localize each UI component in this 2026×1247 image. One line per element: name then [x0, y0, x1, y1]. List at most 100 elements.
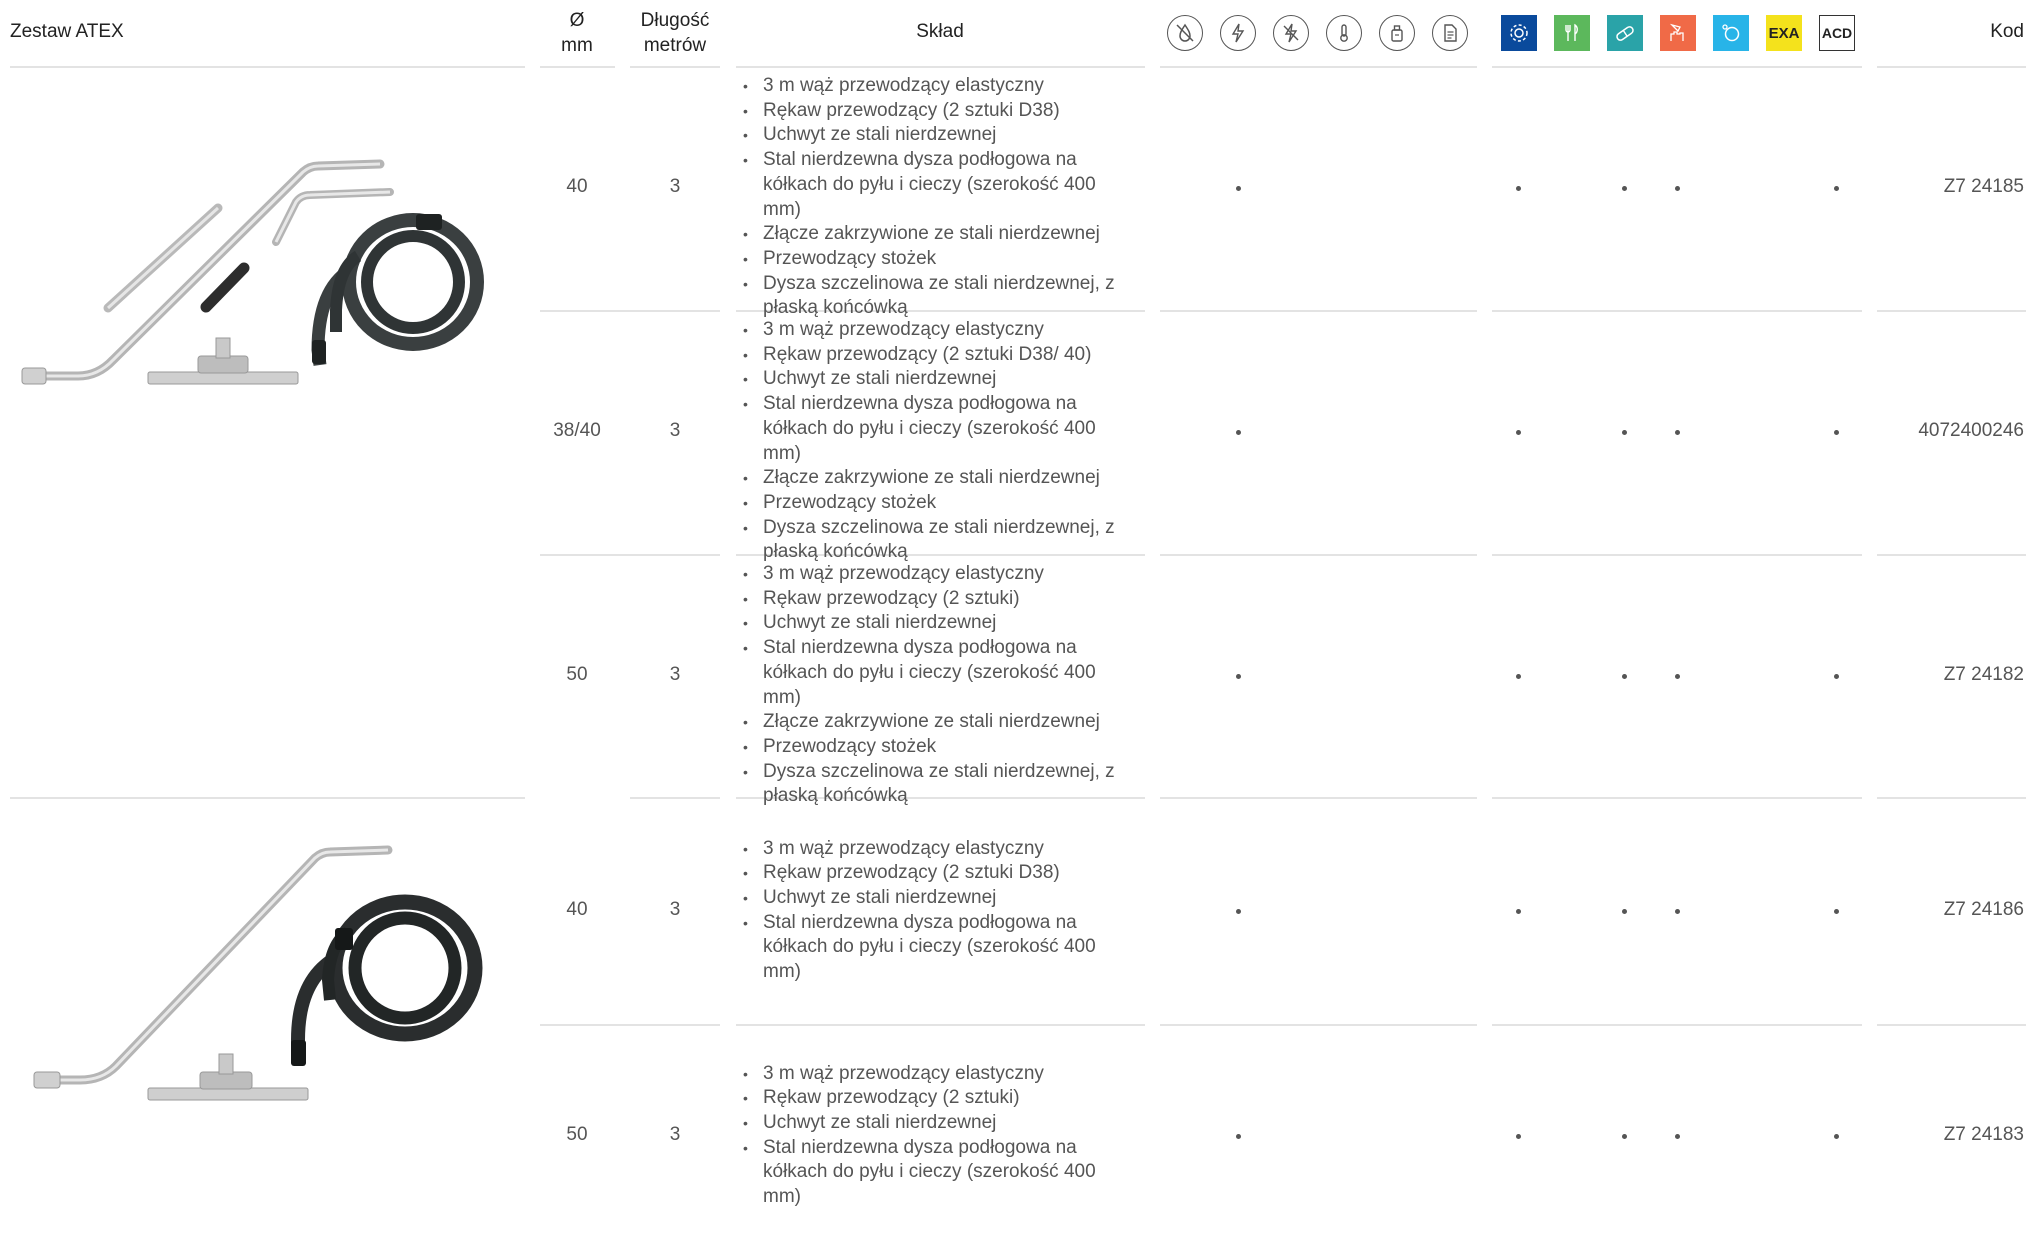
product-code: Z7 24186: [1943, 898, 2024, 920]
composition-item: Przewodzący stożek: [737, 491, 1137, 516]
length-cell: 3: [669, 176, 681, 197]
product-code: 4072400246: [1918, 420, 2024, 441]
composition-item: Przewodzący stożek: [737, 247, 1137, 272]
product-code: Z7 24185: [1943, 176, 2024, 197]
composition-item: Stal nierdzewna dysza podłogowa na kółka…: [737, 392, 1137, 466]
length-cell: 3: [669, 663, 681, 685]
feature-dot: [1622, 430, 1627, 435]
feature-dot: [1675, 1133, 1680, 1139]
row-divider: [540, 310, 720, 312]
composition-list: 3 m wąż przewodzący elastycznyRękaw prze…: [737, 1062, 1137, 1210]
composition-item: Rękaw przewodzący (2 sztuki D38): [737, 861, 1137, 886]
acd-badge: ACD: [1819, 15, 1855, 51]
feature-dot: [1236, 673, 1241, 679]
composition-item: Przewodzący stożek: [737, 735, 1137, 760]
row-divider: [1877, 554, 2026, 556]
diameter-cell: 40: [566, 898, 588, 920]
feature-dot: [1516, 430, 1521, 435]
no-spark-icon: [1273, 15, 1309, 51]
antistatic-icon: [1220, 15, 1256, 51]
row-divider: [1877, 797, 2026, 799]
composition-item: Stal nierdzewna dysza podłogowa na kółka…: [737, 1136, 1137, 1210]
row-divider: [10, 797, 525, 799]
header-divider: [1160, 66, 1477, 68]
composition-item: Dysza szczelinowa ze stali nierdzewnej, …: [737, 516, 1137, 565]
feature-dot: [1675, 673, 1680, 679]
row-divider: [540, 1024, 720, 1026]
row-divider: [1492, 1024, 1862, 1026]
composition-item: Stal nierdzewna dysza podłogowa na kółka…: [737, 636, 1137, 710]
composition-item: 3 m wąż przewodzący elastyczny: [737, 318, 1137, 343]
composition-item: Stal nierdzewna dysza podłogowa na kółka…: [737, 148, 1137, 222]
feature-dot: [1236, 186, 1241, 191]
feature-dot: [1834, 430, 1839, 435]
length-cell: 3: [669, 420, 681, 441]
feature-dot: [1834, 673, 1839, 679]
diameter-cell: 38/40: [553, 420, 601, 441]
composition-item: Złącze zakrzywione ze stali nierdzewnej: [737, 222, 1137, 247]
product-code: Z7 24183: [1943, 1123, 2024, 1145]
feature-dot: [1516, 186, 1521, 191]
row-divider: [1492, 797, 1862, 799]
header-divider: [630, 66, 720, 68]
composition-item: Dysza szczelinowa ze stali nierdzewnej, …: [737, 272, 1137, 321]
atex-kit-image-2: [33, 845, 483, 1101]
feature-dot: [1622, 673, 1627, 679]
header-divider: [1492, 66, 1862, 68]
row-divider: [1877, 1024, 2026, 1026]
bubble-icon: [1713, 15, 1749, 51]
diameter-cell: 50: [566, 1123, 588, 1145]
composition-item: 3 m wąż przewodzący elastyczny: [737, 74, 1137, 99]
spray-can-icon: [1379, 15, 1415, 51]
composition-item: Rękaw przewodzący (2 sztuki D38/ 40): [737, 343, 1137, 368]
feature-dot: [1675, 908, 1680, 914]
row-divider: [1877, 310, 2026, 312]
header-divider: [736, 66, 1145, 68]
composition-item: Uchwyt ze stali nierdzewnej: [737, 886, 1137, 911]
length-header: Długość metrów: [640, 10, 710, 56]
feature-dot: [1834, 908, 1839, 914]
composition-item: Rękaw przewodzący (2 sztuki D38): [737, 99, 1137, 124]
feature-dot: [1236, 908, 1241, 914]
composition-list: 3 m wąż przewodzący elastycznyRękaw prze…: [737, 318, 1137, 565]
row-divider: [1160, 797, 1477, 799]
product-code: Z7 24182: [1943, 663, 2024, 685]
row-divider: [1160, 310, 1477, 312]
feature-dot: [1516, 1133, 1521, 1139]
composition-item: Stal nierdzewna dysza podłogowa na kółka…: [737, 911, 1137, 985]
row-divider: [540, 554, 720, 556]
feature-dot: [1622, 1133, 1627, 1139]
feature-dot: [1675, 430, 1680, 435]
feature-dot: [1834, 186, 1839, 191]
no-water-icon: [1167, 15, 1203, 51]
thermometer-icon: [1326, 15, 1362, 51]
feature-dot: [1622, 186, 1627, 191]
row-divider: [1492, 310, 1862, 312]
feature-dot: [1834, 1133, 1839, 1139]
composition-header: Skład: [916, 21, 964, 42]
pharma-pill-icon: [1607, 15, 1643, 51]
feature-dot: [1516, 908, 1521, 914]
code-header: Kod: [1990, 21, 2024, 42]
composition-item: Uchwyt ze stali nierdzewnej: [737, 1111, 1137, 1136]
row-divider: [1160, 1024, 1477, 1026]
atex-kit-image-1: [21, 159, 484, 385]
composition-list: 3 m wąż przewodzący elastycznyRękaw prze…: [737, 74, 1137, 321]
composition-item: Rękaw przewodzący (2 sztuki): [737, 1086, 1137, 1111]
settings-gear-icon: [1501, 15, 1537, 51]
feature-dot: [1516, 673, 1521, 679]
length-cell: 3: [669, 898, 681, 920]
feature-dot: [1675, 186, 1680, 191]
composition-list: 3 m wąż przewodzący elastycznyRękaw prze…: [737, 562, 1137, 809]
table-title: Zestaw ATEX: [10, 21, 124, 42]
composition-item: 3 m wąż przewodzący elastyczny: [737, 1062, 1137, 1087]
composition-item: Uchwyt ze stali nierdzewnej: [737, 367, 1137, 392]
header-divider: [10, 66, 525, 68]
feature-dot: [1622, 908, 1627, 914]
document-icon: [1432, 15, 1468, 51]
exa-badge: EXA: [1766, 15, 1802, 51]
composition-item: 3 m wąż przewodzący elastyczny: [737, 562, 1137, 587]
length-cell: 3: [669, 1123, 681, 1145]
composition-item: Rękaw przewodzący (2 sztuki): [737, 587, 1137, 612]
feature-dot: [1236, 1133, 1241, 1139]
